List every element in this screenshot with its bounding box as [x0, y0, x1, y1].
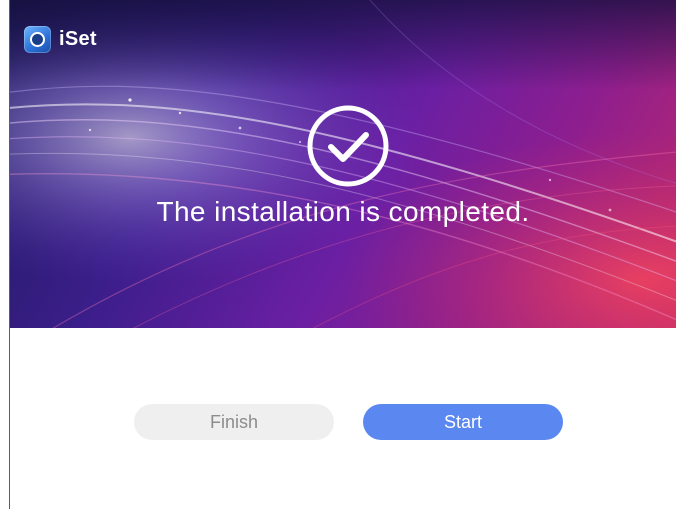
check-circle-icon	[306, 104, 390, 188]
installer-window: iSet The installation is completed. Fini…	[0, 0, 676, 509]
hero-banner: iSet The installation is completed.	[10, 0, 676, 328]
installation-status-message: The installation is completed.	[156, 196, 530, 227]
brand: iSet	[24, 26, 97, 53]
iset-logo-icon	[24, 26, 51, 53]
start-button[interactable]: Start	[363, 404, 563, 440]
finish-button[interactable]: Finish	[134, 404, 334, 440]
app-name: iSet	[59, 28, 97, 50]
